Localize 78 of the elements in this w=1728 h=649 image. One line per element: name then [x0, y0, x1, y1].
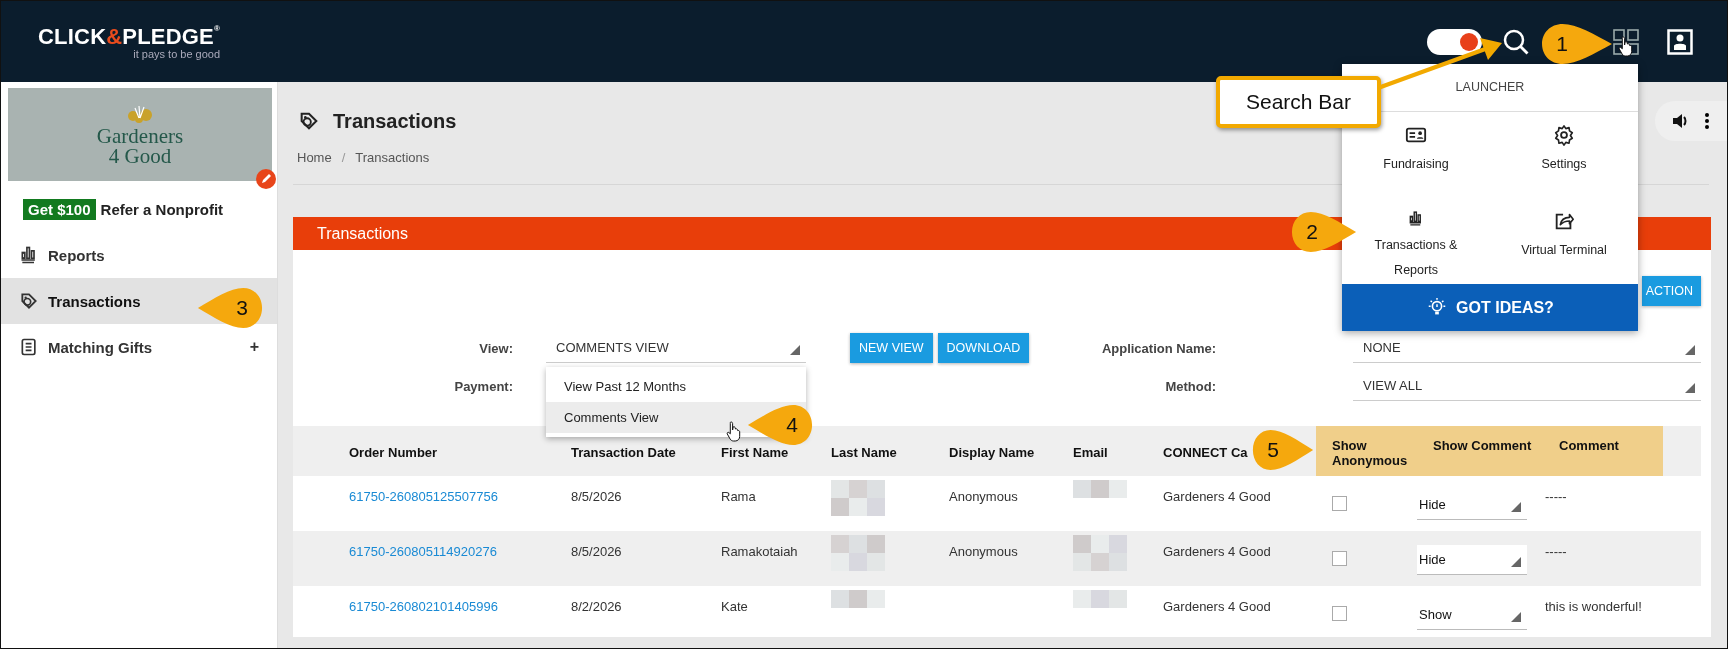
column-header: First Name — [721, 445, 789, 460]
checkbox[interactable] — [1332, 606, 1347, 621]
order-link[interactable]: 61750-260802101405996 — [349, 599, 498, 614]
step-callout: 3 — [197, 287, 263, 329]
tag-icon — [19, 291, 39, 311]
org-name: Gardeners 4 Good — [96, 125, 184, 166]
ideas-button[interactable]: GOT IDEAS? — [1342, 284, 1638, 331]
sidebar-item[interactable]: Reports — [1, 232, 277, 278]
launcher-item[interactable]: Settings — [1490, 112, 1638, 198]
table-cell: this is wonderful! — [1545, 599, 1642, 614]
table-cell: Anonymous — [949, 544, 1018, 559]
filter-dropdown[interactable]: VIEW ALL — [1353, 371, 1701, 401]
filter-label: Payment: — [453, 378, 513, 394]
filter-dropdown[interactable]: NONE — [1353, 333, 1701, 363]
annotation-label: Search Bar — [1216, 76, 1381, 128]
page-title: Transactions — [333, 109, 457, 133]
order-link[interactable]: 61750-260805125507756 — [349, 489, 498, 504]
hand-cursor-icon — [1618, 35, 1634, 57]
menu-item[interactable]: View Past 12 Months — [546, 371, 806, 402]
promo-text[interactable]: Refer a Nonprofit — [100, 201, 224, 218]
step-callout: 4 — [747, 404, 813, 446]
app-grid-icon[interactable] — [1613, 27, 1639, 56]
column-header: Last Name — [831, 445, 897, 460]
table-row[interactable]: 61750-260805114920276 8/5/2026 Ramakotaiah Anonymous Gardeners 4 Good Hide ----- — [293, 531, 1701, 586]
checkbox[interactable] — [1332, 496, 1347, 511]
tag-icon — [298, 110, 320, 132]
dropdown-arrow-icon[interactable] — [790, 345, 800, 355]
edit-icon[interactable] — [256, 169, 276, 189]
column-header: Transaction Date — [571, 445, 676, 460]
column-header: Comment — [1543, 426, 1663, 476]
toggle-switch[interactable] — [1427, 28, 1482, 55]
comment-dropdown[interactable]: Hide — [1417, 545, 1527, 575]
step-callout: 2 — [1291, 211, 1357, 253]
expand-icon[interactable]: + — [249, 338, 259, 356]
logo: CLICK&PLEDGE® it pays to be good — [38, 23, 221, 60]
dropdown-arrow-icon[interactable] — [1685, 345, 1695, 355]
column-header: Email — [1073, 445, 1108, 460]
settings-icon — [1553, 124, 1575, 146]
table-cell: Anonymous — [949, 489, 1018, 504]
table-cell: ----- — [1545, 489, 1567, 504]
table-row[interactable]: 61750-260805125507756 8/5/2026 Rama Anonymous Gardeners 4 Good Hide ----- — [293, 476, 1701, 531]
table-cell: Gardeners 4 Good — [1163, 489, 1271, 504]
more-icon[interactable] — [1705, 112, 1709, 130]
table-cell: ----- — [1545, 544, 1567, 559]
filter-label: Method: — [1164, 378, 1216, 394]
table-row[interactable]: 61750-260802101405996 8/2/2026 Kate Gardeners 4 Good Show this is wonderful! — [293, 586, 1701, 641]
filter-label: Application Name: — [1100, 340, 1216, 356]
search-icon[interactable] — [1502, 27, 1530, 56]
column-header: Show Anonymous — [1316, 426, 1417, 476]
table-cell: Rama — [721, 489, 756, 504]
dropdown-arrow-icon[interactable] — [1511, 612, 1521, 622]
table-cell: Ramakotaiah — [721, 544, 798, 559]
promo-badge[interactable]: Get $100 — [23, 199, 96, 220]
checkbox[interactable] — [1332, 551, 1347, 566]
column-header: Order Number — [349, 445, 438, 460]
user-icon[interactable] — [1667, 27, 1693, 56]
step-callout: 1 — [1541, 23, 1613, 65]
launcher-item[interactable]: Virtual Terminal — [1490, 198, 1638, 284]
column-header: Display Name — [949, 445, 1035, 460]
dropdown-arrow-icon[interactable] — [1511, 557, 1521, 567]
table-cell: 8/2/2026 — [571, 599, 622, 614]
speaker-icon[interactable] — [1671, 112, 1689, 130]
breadcrumb-link[interactable]: Transactions — [355, 150, 430, 184]
table-cell: 8/5/2026 — [571, 544, 622, 559]
breadcrumb-link[interactable]: Home — [297, 150, 332, 184]
step-callout: 5 — [1252, 429, 1314, 471]
clipboard-icon — [19, 337, 39, 357]
column-header: CONNECT Ca — [1163, 445, 1248, 460]
dropdown-arrow-icon[interactable] — [1511, 502, 1521, 512]
dropdown-arrow-icon[interactable] — [1685, 383, 1695, 393]
column-header: Show Comment — [1417, 426, 1543, 476]
table-cell: 8/5/2026 — [571, 489, 622, 504]
table-cell: Kate — [721, 599, 748, 614]
filter-label: View: — [478, 340, 513, 356]
breadcrumb-separator: / — [341, 150, 346, 167]
table-cell: Gardeners 4 Good — [1163, 544, 1271, 559]
filter-dropdown[interactable]: COMMENTS VIEW — [546, 333, 806, 363]
table-cell: Gardeners 4 Good — [1163, 599, 1271, 614]
